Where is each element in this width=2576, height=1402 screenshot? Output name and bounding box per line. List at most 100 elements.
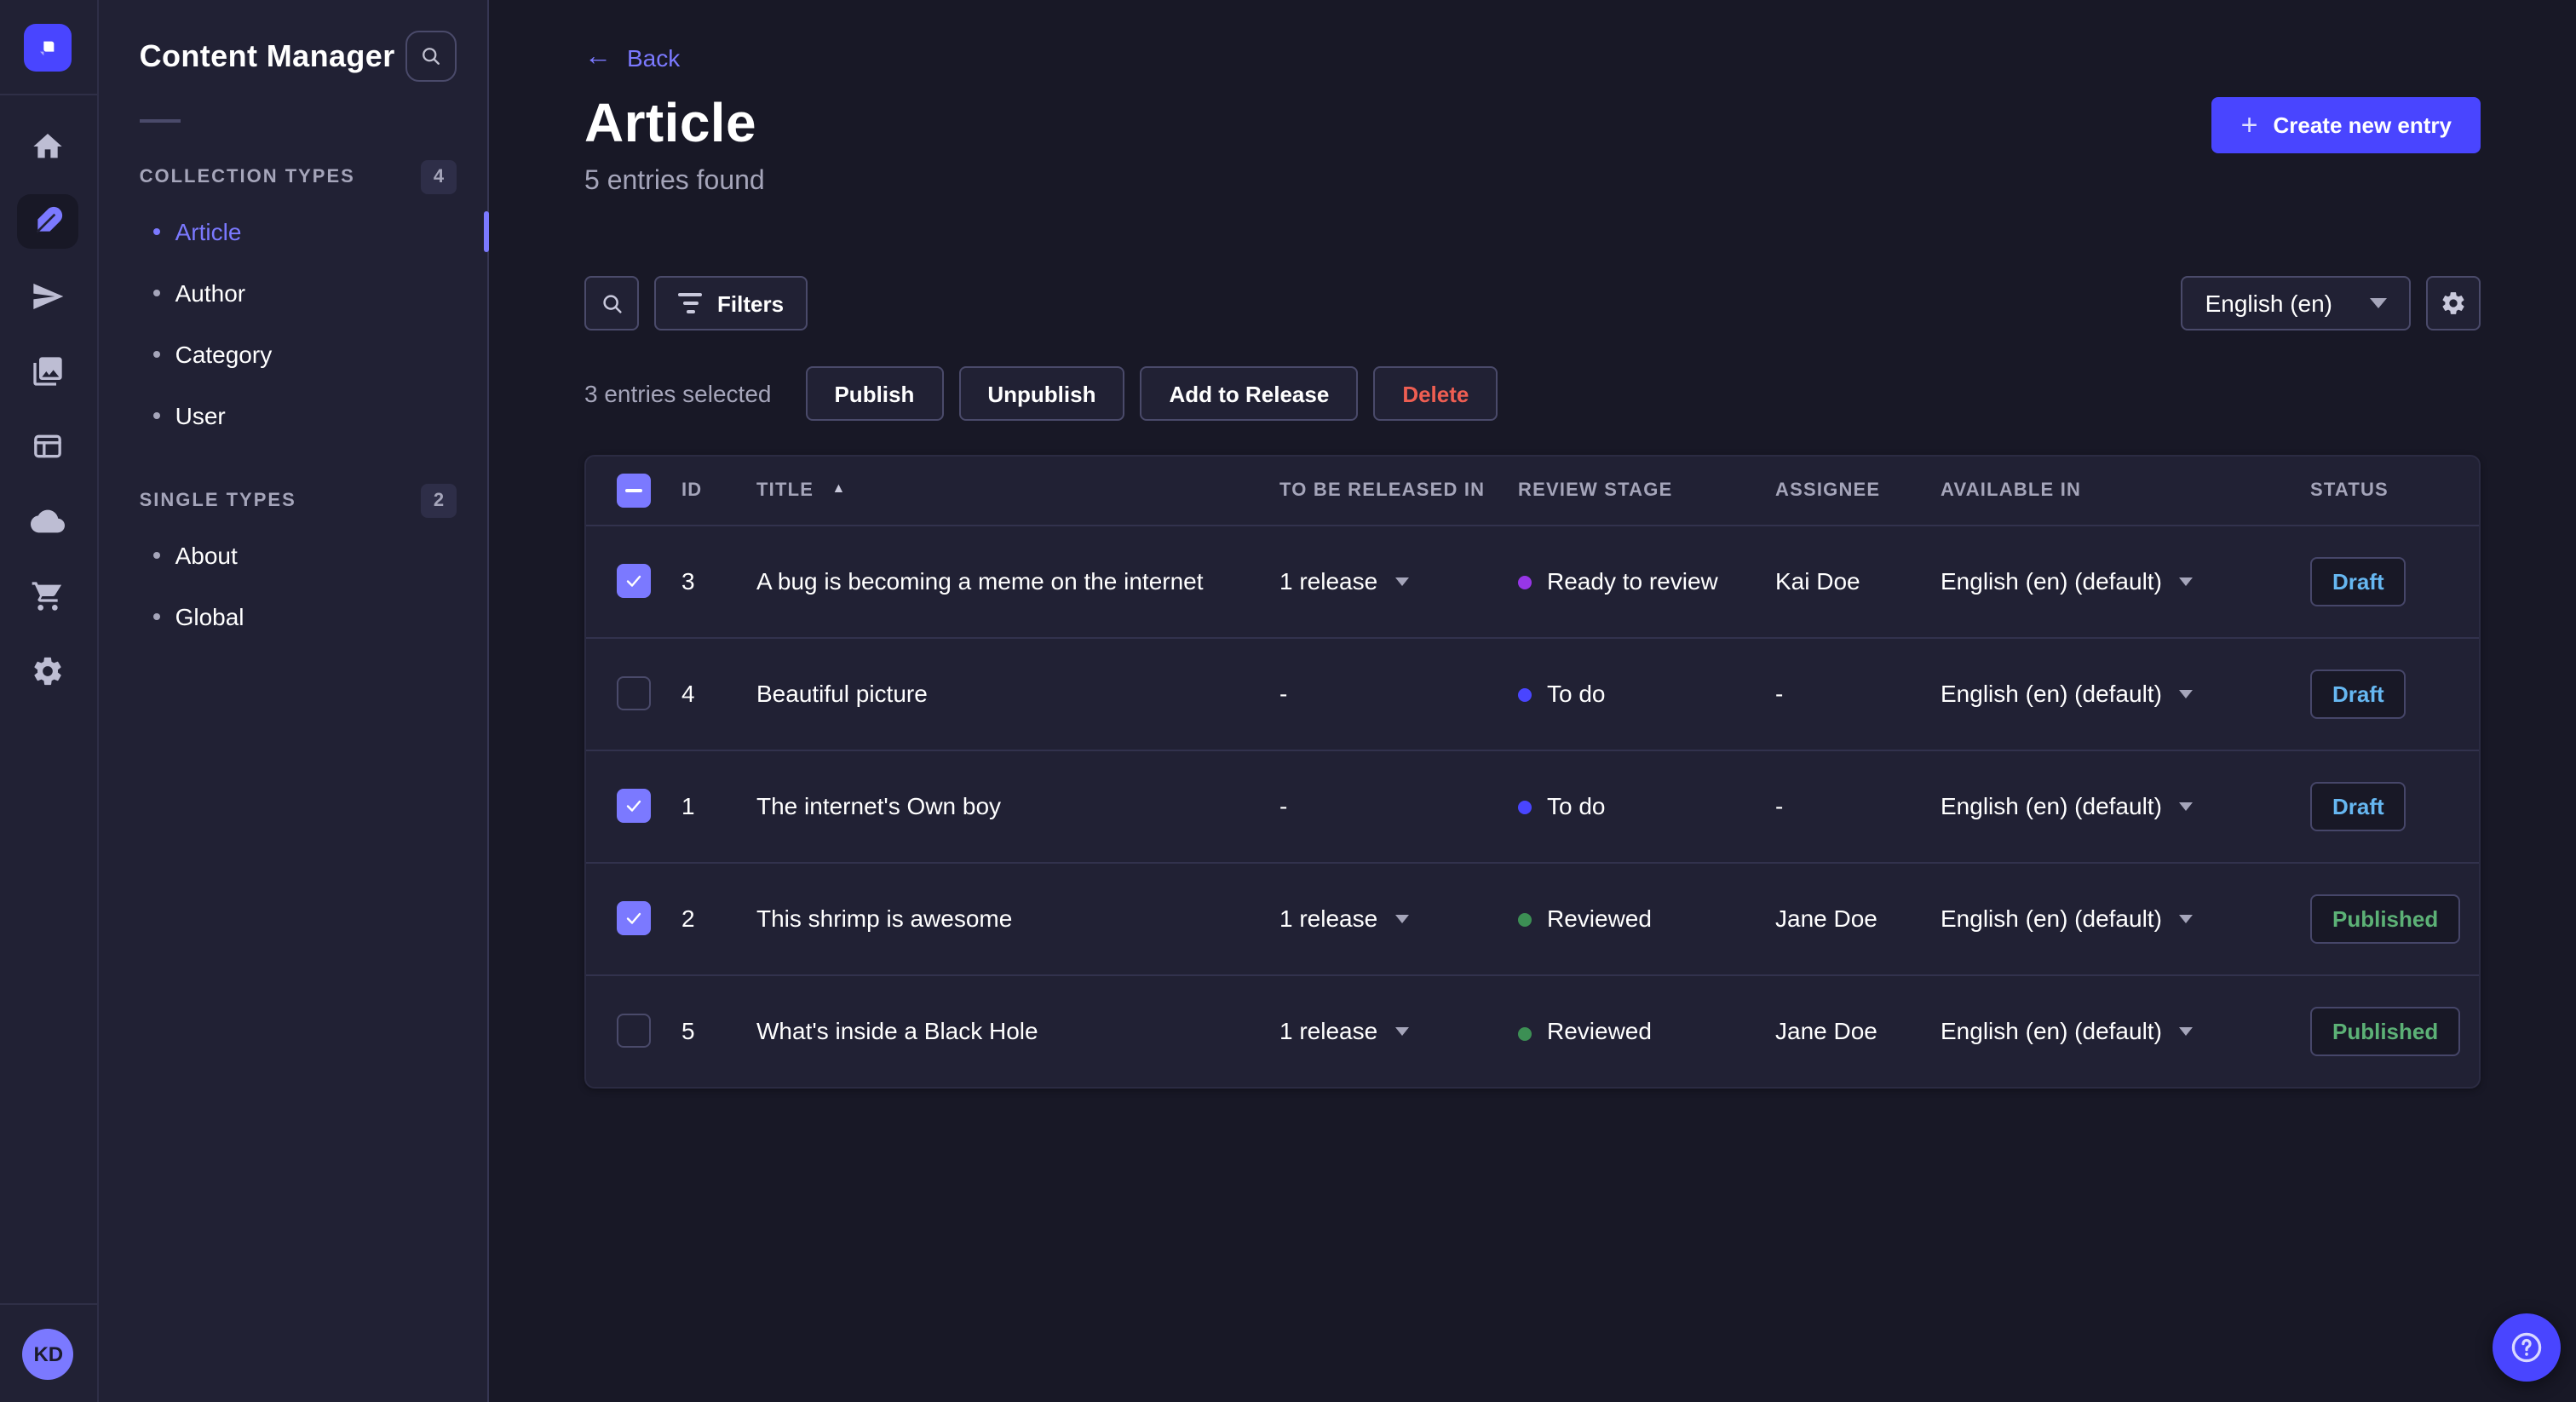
row-title: The internet's Own boy: [756, 792, 1002, 819]
section-count-badge: 2: [421, 484, 457, 518]
content-manager-icon[interactable]: [17, 194, 79, 249]
marketplace-cart-icon[interactable]: [18, 569, 79, 623]
chevron-down-icon: [2178, 689, 2193, 698]
back-arrow-icon: ←: [584, 43, 612, 72]
row-status-cell: Draft: [2310, 525, 2479, 637]
row-status-cell: Published: [2310, 862, 2479, 974]
column-header-available-in: AVAILABLE IN: [1941, 480, 2082, 501]
row-checkbox[interactable]: [617, 1014, 651, 1049]
search-button[interactable]: [584, 276, 639, 330]
row-available-in[interactable]: English (en) (default): [1941, 974, 2310, 1087]
filter-icon: [678, 293, 702, 313]
page-title: Article: [584, 92, 756, 153]
row-available-in[interactable]: English (en) (default): [1941, 525, 2310, 637]
row-available-in[interactable]: English (en) (default): [1941, 750, 2310, 862]
column-header-id[interactable]: ID: [681, 457, 756, 525]
help-button[interactable]: [2493, 1313, 2561, 1382]
entries-count: 5 entries found: [584, 167, 765, 196]
column-header-review-stage: REVIEW STAGE: [1518, 480, 1673, 501]
status-badge: Draft: [2310, 781, 2406, 830]
row-assignee: Kai Doe: [1775, 567, 1860, 595]
row-id: 2: [681, 905, 695, 932]
row-to-be-released-in[interactable]: 1 release: [1279, 525, 1518, 637]
table-row[interactable]: 1 The internet's Own boy - To do - Engli…: [586, 750, 2479, 862]
row-select-cell: [586, 862, 681, 974]
sidebar-item-category[interactable]: Category: [99, 324, 487, 385]
row-to-be-released-in: -: [1279, 680, 1288, 707]
view-settings-button[interactable]: [2426, 276, 2481, 330]
row-to-be-released-in: -: [1279, 792, 1288, 819]
content-manager-subnav: Content Manager COLLECTION TYPES 4 Artic…: [98, 0, 489, 1402]
row-to-be-released-in[interactable]: 1 release: [1279, 974, 1518, 1087]
unpublish-button[interactable]: Unpublish: [958, 366, 1125, 421]
row-available-in[interactable]: English (en) (default): [1941, 862, 2310, 974]
subnav-divider: [139, 119, 181, 123]
row-review-stage: To do: [1518, 637, 1775, 750]
row-select-cell: [586, 750, 681, 862]
chevron-down-icon: [1394, 1026, 1409, 1036]
row-checkbox[interactable]: [617, 789, 651, 823]
filters-button[interactable]: Filters: [654, 276, 808, 330]
settings-gear-icon[interactable]: [18, 644, 79, 698]
row-title: A bug is becoming a meme on the internet: [756, 567, 1204, 595]
sidebar-item-user[interactable]: User: [99, 385, 487, 446]
sidebar-item-label: Author: [175, 279, 246, 307]
section-collection-types: COLLECTION TYPES 4 Article Author Catego…: [99, 160, 489, 446]
table-row[interactable]: 5 What's inside a Black Hole 1 release R…: [586, 974, 2479, 1087]
row-available-in[interactable]: English (en) (default): [1941, 637, 2310, 750]
user-avatar[interactable]: KD: [22, 1328, 74, 1379]
row-checkbox[interactable]: [617, 564, 651, 598]
stage-dot-icon: [1518, 1026, 1532, 1041]
publish-button[interactable]: Publish: [805, 366, 944, 421]
create-new-entry-button[interactable]: + Create new entry: [2211, 97, 2481, 153]
row-assignee: -: [1775, 792, 1784, 819]
bullet-icon: [152, 290, 160, 296]
strapi-logo-icon[interactable]: [24, 23, 72, 71]
stage-dot-icon: [1518, 688, 1532, 703]
plus-icon: +: [2240, 108, 2258, 141]
chevron-down-icon: [1394, 577, 1409, 585]
bullet-icon: [152, 351, 160, 358]
sort-asc-icon: ▲: [831, 480, 847, 496]
locale-select[interactable]: English (en): [2181, 276, 2411, 330]
sidebar-item-label: User: [175, 402, 226, 429]
sidebar-item-about[interactable]: About: [99, 525, 487, 586]
table-row[interactable]: 3 A bug is becoming a meme on the intern…: [586, 525, 2479, 637]
sidebar-item-label: Category: [175, 341, 273, 368]
sidebar-item-article[interactable]: Article: [99, 201, 489, 262]
home-icon[interactable]: [18, 119, 79, 174]
search-icon: [423, 48, 440, 65]
row-title: This shrimp is awesome: [756, 905, 1013, 932]
column-header-released: TO BE RELEASED IN: [1279, 480, 1486, 501]
row-status-cell: Draft: [2310, 750, 2479, 862]
releases-icon[interactable]: [18, 269, 79, 324]
sidebar-item-author[interactable]: Author: [99, 262, 487, 324]
sidebar-item-global[interactable]: Global: [99, 586, 487, 647]
row-to-be-released-in[interactable]: 1 release: [1279, 862, 1518, 974]
back-link[interactable]: ← Back: [584, 43, 680, 72]
row-id: 4: [681, 680, 695, 707]
checkbox-check-icon: [626, 575, 641, 587]
sidebar-item-label: Global: [175, 603, 244, 630]
section-single-types: SINGLE TYPES 2 About Global: [99, 484, 487, 647]
delete-button[interactable]: Delete: [1373, 366, 1498, 421]
deploy-cloud-icon[interactable]: [18, 494, 79, 549]
table-header-row: ID TITLE ▲ TO BE RELEASED IN REVIEW STAG…: [586, 457, 2479, 525]
select-all-checkbox[interactable]: [617, 473, 651, 508]
rail-nav-items: [0, 95, 97, 1303]
row-review-stage: Ready to review: [1518, 525, 1775, 637]
content-type-builder-icon[interactable]: [18, 419, 79, 474]
row-checkbox[interactable]: [617, 676, 651, 710]
locale-select-value: English (en): [2205, 290, 2332, 317]
add-to-release-button[interactable]: Add to Release: [1140, 366, 1359, 421]
table-row[interactable]: 2 This shrimp is awesome 1 release Revie…: [586, 862, 2479, 974]
column-header-title[interactable]: TITLE ▲: [756, 457, 1279, 525]
entries-table-card: ID TITLE ▲ TO BE RELEASED IN REVIEW STAG…: [584, 455, 2481, 1089]
media-library-icon[interactable]: [18, 344, 79, 399]
rail-footer: KD: [0, 1303, 97, 1402]
gear-icon: [2442, 292, 2464, 314]
subnav-search-button[interactable]: [405, 31, 457, 82]
status-badge: Published: [2310, 893, 2461, 943]
row-checkbox[interactable]: [617, 901, 651, 935]
table-row[interactable]: 4 Beautiful picture - To do - English (e…: [586, 637, 2479, 750]
